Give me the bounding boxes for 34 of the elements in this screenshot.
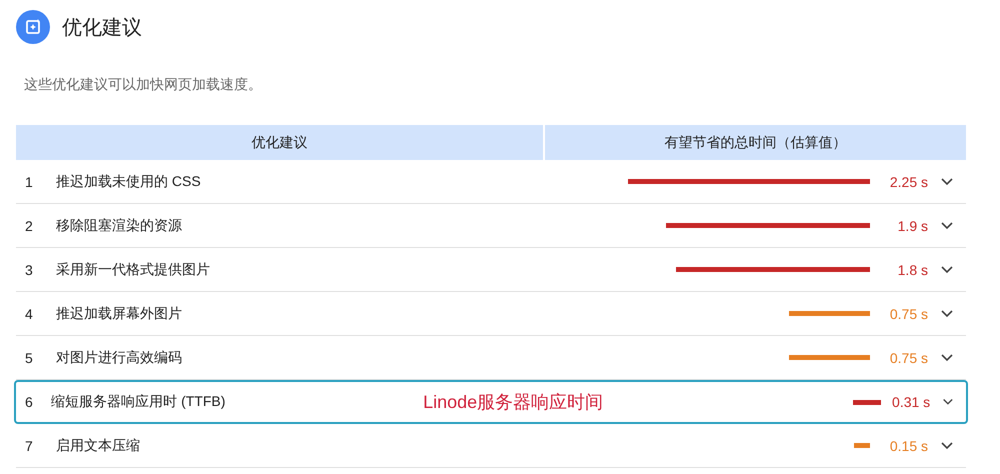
chevron-down-icon[interactable] [942, 397, 954, 407]
row-number: 4 [24, 306, 34, 322]
opportunity-name: 启用文本压缩 [56, 436, 141, 454]
opportunity-name: 采用新一代格式提供图片 [56, 260, 211, 278]
row-number: 7 [24, 438, 34, 454]
row-number: 2 [24, 218, 34, 234]
chevron-down-icon[interactable] [940, 264, 954, 274]
chevron-down-icon[interactable] [940, 352, 954, 362]
opportunity-name: 推迟加载屏幕外图片 [56, 304, 183, 322]
opportunity-name: 推迟加载未使用的 CSS [56, 172, 202, 190]
row-number: 1 [24, 174, 34, 190]
savings-value: 1.9 s [896, 218, 928, 234]
chevron-down-icon[interactable] [940, 440, 954, 450]
opportunity-name: 缩短服务器响应用时 (TTFB) [51, 393, 226, 411]
column-header: 优化建议 [16, 125, 543, 160]
chevron-down-icon[interactable] [940, 176, 954, 186]
savings-value: 0.15 s [888, 438, 928, 454]
section-title: 优化建议 [62, 16, 142, 40]
column-header: 有望节省的总时间（估算值） [545, 125, 966, 160]
annotation-label: Linode服务器响应时间 [423, 391, 604, 414]
row-number: 6 [24, 394, 34, 410]
savings-value: 0.31 s [891, 394, 930, 410]
chevron-down-icon[interactable] [940, 308, 954, 318]
opportunity-name: 移除阻塞渲染的资源 [56, 216, 183, 234]
savings-value: 1.8 s [896, 262, 928, 278]
row-number: 5 [24, 350, 34, 366]
chevron-down-icon[interactable] [940, 220, 954, 230]
opportunity-name: 对图片进行高效编码 [56, 348, 183, 366]
row-number: 3 [24, 262, 34, 278]
section-description: 这些优化建议可以加快网页加载速度。 [24, 76, 263, 94]
savings-value: 0.75 s [888, 306, 928, 322]
optimization-icon [16, 10, 50, 44]
savings-value: 0.75 s [888, 350, 928, 366]
savings-value: 2.25 s [888, 174, 928, 190]
